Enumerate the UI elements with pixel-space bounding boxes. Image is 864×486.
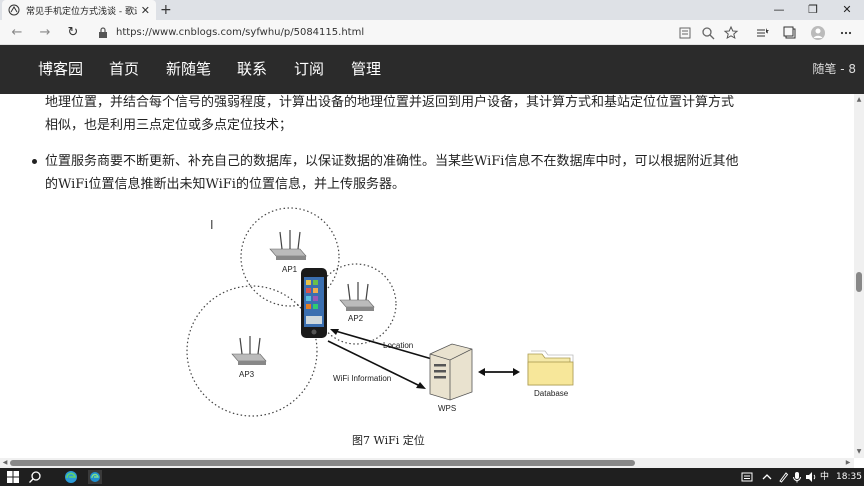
windows-start-icon[interactable] bbox=[6, 470, 20, 484]
location-label: Location bbox=[383, 341, 413, 350]
maximize-button[interactable]: ❐ bbox=[796, 0, 830, 20]
lock-icon bbox=[99, 26, 107, 38]
minimize-button[interactable]: — bbox=[762, 0, 796, 20]
database-folder-icon bbox=[527, 350, 574, 386]
favorite-star-icon[interactable] bbox=[723, 25, 739, 41]
url-field[interactable]: https://www.cnblogs.com/syfwhu/p/5084115… bbox=[92, 23, 744, 42]
microphone-icon[interactable] bbox=[790, 470, 804, 484]
ap2-router-icon bbox=[339, 282, 375, 311]
browser-window: 常见手机定位方式浅谈 - 歌遇 - 博 ✕ + — ❐ ✕ ← → ↻ http… bbox=[0, 0, 864, 486]
wps-server-icon bbox=[429, 343, 473, 401]
back-button[interactable]: ← bbox=[8, 24, 26, 42]
wifi-positioning-diagram: AP1 AP2 AP3 Location WiFi Information WP… bbox=[186, 207, 574, 417]
input-keyboard-icon[interactable] bbox=[740, 470, 754, 484]
forward-button[interactable]: → bbox=[36, 24, 54, 42]
edge-active-app-icon[interactable] bbox=[88, 470, 102, 484]
location-arrow bbox=[331, 329, 433, 360]
horizontal-scrollbar[interactable]: ◀ ▶ bbox=[0, 458, 854, 468]
collections-icon[interactable] bbox=[782, 25, 798, 41]
pen-icon[interactable] bbox=[776, 470, 790, 484]
scroll-up-icon[interactable]: ▲ bbox=[855, 96, 863, 104]
scroll-left-icon[interactable]: ◀ bbox=[1, 459, 9, 467]
post-count-text: 随笔 - 8 bbox=[812, 62, 856, 76]
horizontal-scroll-thumb[interactable] bbox=[10, 460, 635, 466]
ap2-label: AP2 bbox=[348, 314, 364, 323]
database-label: Database bbox=[534, 389, 569, 398]
bullet-dot bbox=[32, 159, 37, 164]
tab-close-icon[interactable]: ✕ bbox=[141, 4, 150, 17]
vertical-scrollbar[interactable]: ▲ ▼ bbox=[854, 94, 864, 458]
ap1-router-icon bbox=[269, 230, 307, 260]
search-icon[interactable] bbox=[28, 470, 42, 484]
ap1-label: AP1 bbox=[282, 265, 298, 274]
url-text: https://www.cnblogs.com/syfwhu/p/5084115… bbox=[116, 27, 365, 38]
article-content: 地理位置，并结合每个信号的强弱程度，计算出设备的地理位置并返回到用户设备，其计算… bbox=[0, 94, 854, 458]
blog-navigation: 博客园 首页 新随笔 联系 订阅 管理 随笔 - 8 bbox=[0, 45, 864, 94]
paragraph-line: 相似，也是利用三点定位或多点定位技术； bbox=[45, 118, 293, 133]
nav-new-post[interactable]: 新随笔 bbox=[166, 45, 211, 94]
wifi-information-label: WiFi Information bbox=[333, 374, 391, 383]
ap3-router-icon bbox=[231, 336, 267, 365]
vertical-scroll-thumb[interactable] bbox=[856, 272, 862, 292]
bullet-line: 位置服务商要不断更新、补充自己的数据库，以保证数据的准确性。当某些WiFi信息不… bbox=[45, 154, 739, 169]
bullet-line: 的WiFi位置信息推断出未知WiFi的位置信息，并上传服务器。 bbox=[45, 177, 405, 192]
address-bar: ← → ↻ https://www.cnblogs.com/syfwhu/p/5… bbox=[0, 20, 864, 45]
browser-tab[interactable]: 常见手机定位方式浅谈 - 歌遇 - 博 ✕ bbox=[2, 0, 156, 20]
wps-label: WPS bbox=[438, 404, 456, 413]
scroll-down-icon[interactable]: ▼ bbox=[855, 448, 863, 456]
new-tab-button[interactable]: + bbox=[160, 2, 172, 18]
nav-home[interactable]: 首页 bbox=[109, 45, 139, 94]
tab-strip: 常见手机定位方式浅谈 - 歌遇 - 博 ✕ + — ❐ ✕ bbox=[0, 0, 864, 20]
taskbar: 中 18:35 bbox=[0, 468, 864, 486]
smartphone-icon bbox=[301, 268, 327, 338]
clock-time[interactable]: 18:35 bbox=[836, 468, 862, 486]
input-method-indicator[interactable]: 中 bbox=[820, 468, 829, 486]
tab-title: 常见手机定位方式浅谈 - 歌遇 - 博 bbox=[26, 6, 137, 17]
edge-browser-icon[interactable] bbox=[64, 470, 78, 484]
ap3-label: AP3 bbox=[239, 370, 255, 379]
scroll-right-icon[interactable]: ▶ bbox=[844, 459, 852, 467]
refresh-button[interactable]: ↻ bbox=[64, 24, 82, 42]
nav-manage[interactable]: 管理 bbox=[351, 45, 381, 94]
nav-cnblogs[interactable]: 博客园 bbox=[38, 45, 83, 94]
reader-view-icon[interactable] bbox=[677, 25, 693, 41]
profile-avatar-icon[interactable] bbox=[810, 25, 826, 41]
figure-caption: 图7 WiFi 定位 bbox=[352, 434, 425, 447]
favorites-list-icon[interactable] bbox=[754, 25, 770, 41]
close-window-button[interactable]: ✕ bbox=[830, 0, 864, 20]
volume-icon[interactable] bbox=[804, 470, 818, 484]
tray-chevron-up-icon[interactable] bbox=[760, 470, 774, 484]
nav-subscribe[interactable]: 订阅 bbox=[294, 45, 324, 94]
nav-contact[interactable]: 联系 bbox=[237, 45, 267, 94]
more-menu-icon[interactable] bbox=[838, 25, 854, 41]
paragraph-line: 地理位置，并结合每个信号的强弱程度，计算出设备的地理位置并返回到用户设备，其计算… bbox=[45, 95, 735, 110]
cnblogs-favicon-icon bbox=[8, 4, 20, 16]
zoom-icon[interactable] bbox=[700, 25, 716, 41]
